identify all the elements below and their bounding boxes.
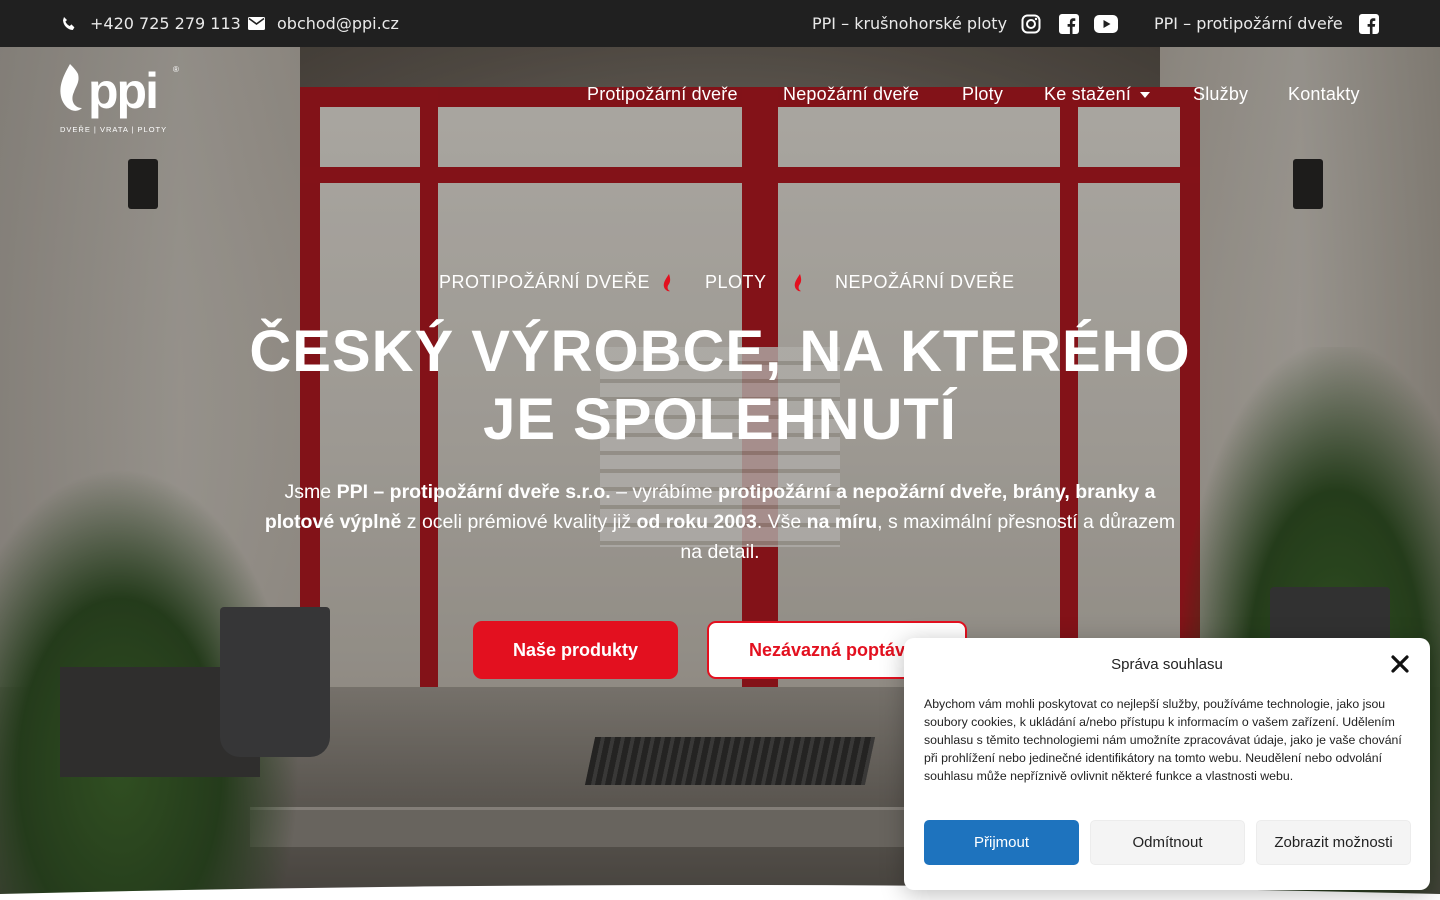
nav-item-protipozarni-dvere[interactable]: Protipožární dveře [587,84,738,105]
top-bar: +420 725 279 113 obchod@ppi.cz PPI – kru… [0,0,1440,47]
facebook-icon[interactable] [1057,12,1081,36]
cookie-title: Správa souhlasu [1111,656,1223,673]
facebook-icon[interactable] [1357,12,1381,36]
hero-headline: ČESKÝ VÝROBCE, NA KTERÉHO JE SPOLEHNUTÍ [0,318,1440,454]
nav-item-kontakty[interactable]: Kontakty [1288,84,1360,105]
phone-icon [60,15,78,33]
hero-categories: PROTIPOŽÁRNÍ DVEŘE PLOTY NEPOŽÁRNÍ DVEŘE [0,272,1440,296]
category-protipozarni-dvere: PROTIPOŽÁRNÍ DVEŘE [439,272,651,292]
email-address: obchod@ppi.cz [277,14,399,33]
intro-since: od roku 2003 [636,511,757,533]
close-icon[interactable] [1390,654,1410,674]
logo[interactable]: ppi ® DVEŘE | VRATA | PLOTY [58,58,184,138]
email-link[interactable]: obchod@ppi.cz [247,0,399,47]
hero-headline-line2: JE SPOLEHNUTÍ [483,387,957,452]
link-krusnohorske-ploty-label: PPI – krušnohorské ploty [812,14,1008,33]
intro-company-name: PPI – protipožární dveře s.r.o. [336,481,611,503]
cookie-deny-button[interactable]: Odmítnout [1090,820,1245,865]
intro-text: Jsme [284,481,337,503]
hero-headline-line1: ČESKÝ VÝROBCE, NA KTERÉHO [249,319,1191,384]
youtube-icon[interactable] [1094,12,1118,36]
category-nepozarni-dvere: NEPOŽÁRNÍ DVEŘE [835,272,1015,292]
logo-tagline: DVEŘE | VRATA | PLOTY [60,125,168,134]
intro-text: . Vše [756,511,807,533]
envelope-icon [247,15,265,33]
cookie-accept-button[interactable]: Přijmout [924,820,1079,865]
our-products-button[interactable]: Naše produkty [473,621,678,679]
link-krusnohorske-ploty[interactable]: PPI – krušnohorské ploty [812,0,1007,47]
link-protipozarni-dvere-label: PPI – protipožární dveře [1154,14,1343,33]
hero-intro: Jsme PPI – protipožární dveře s.r.o. – v… [260,477,1180,567]
intro-text: z oceli prémiové kvality již [401,511,637,533]
flame-icon [663,274,671,292]
nav-item-ke-stazeni[interactable]: Ke stažení [1044,84,1151,105]
intro-text: – vyrábíme [610,481,719,503]
cookie-text: Abychom vám mohli poskytovat co nejlepší… [924,697,1402,783]
flame-icon [794,274,802,292]
phone-number: +420 725 279 113 [90,14,241,33]
cookie-consent-panel: Správa souhlasu Abychom vám mohli poskyt… [904,638,1430,890]
chevron-down-icon [1140,92,1151,99]
svg-text:®: ® [173,65,179,74]
nav-item-ke-stazeni-label: Ke stažení [1044,84,1132,104]
link-protipozarni-dvere[interactable]: PPI – protipožární dveře [1154,0,1343,47]
intro-custom: na míru [806,511,878,533]
cookie-preferences-button[interactable]: Zobrazit možnosti [1256,820,1411,865]
nav-item-ploty[interactable]: Ploty [962,84,1003,105]
svg-text:ppi: ppi [88,63,157,119]
nav-item-sluzby[interactable]: Služby [1193,84,1248,105]
nav-item-nepozarni-dvere[interactable]: Nepožární dveře [783,84,919,105]
category-ploty: PLOTY [705,272,767,292]
instagram-icon[interactable] [1019,12,1043,36]
phone-link[interactable]: +420 725 279 113 [60,0,241,47]
